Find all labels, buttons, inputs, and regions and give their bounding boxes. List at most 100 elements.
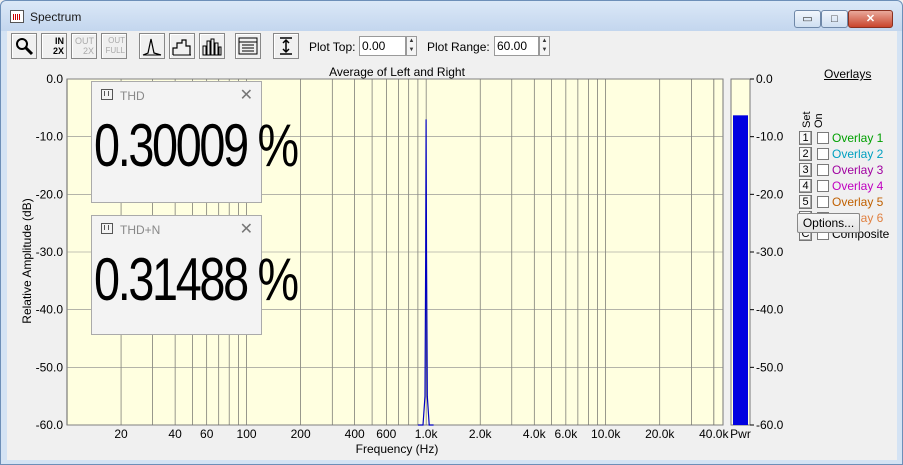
overlay-label: Overlay 4 [832, 179, 884, 193]
x-tick-label: 10.0k [591, 427, 621, 441]
close-icon[interactable]: ✕ [240, 85, 253, 105]
line-plot-icon [142, 38, 162, 56]
power-meter-fill [733, 115, 748, 425]
overlays-title: Overlays [824, 67, 872, 81]
bar-plot-icon [202, 38, 222, 56]
zoom-in-line1: IN [55, 36, 64, 46]
power-tick-label: -20.0 [756, 187, 784, 201]
options-button[interactable]: Options... [797, 213, 860, 233]
plot-top-spinner[interactable]: ▲ ▼ [406, 36, 417, 56]
x-tick-label: 40 [168, 427, 182, 441]
step-plot-button[interactable] [169, 33, 195, 59]
x-tick-label: 400 [345, 427, 365, 441]
x-tick-label: 100 [237, 427, 257, 441]
zoom-in-line2: 2X [52, 46, 64, 56]
x-tick-label: 2.0k [469, 427, 493, 441]
y-tick-label: -30.0 [36, 245, 64, 259]
power-tick-label: -10.0 [756, 130, 784, 144]
overlay-set-button[interactable]: 2 [799, 147, 812, 161]
zoom-out-2x-icon: OUT 2X [74, 36, 94, 56]
minimize-button[interactable]: ▭ [794, 10, 821, 28]
overlay-on-checkbox[interactable] [817, 180, 829, 192]
spectrum-window: Spectrum ▭ □ ✕ IN 2X OUT 2X OUT FULL Plo… [0, 0, 903, 465]
y-tick-label: -20.0 [36, 187, 64, 201]
plot-range-input[interactable]: 60.00 [494, 36, 539, 56]
on-label: On [813, 113, 825, 128]
meter-pin-icon[interactable] [101, 223, 113, 234]
meter-pin-icon[interactable] [101, 89, 113, 100]
client-area: IN 2X OUT 2X OUT FULL Plot Top: 0.00 ▲ ▼… [7, 31, 897, 460]
power-tick-label: -30.0 [756, 245, 784, 259]
power-tick-label: -60.0 [756, 418, 784, 432]
zoom-in-2x-button[interactable]: IN 2X [41, 33, 67, 59]
spectrum-plot-panel: Average of Left and Right Relative Ampli… [7, 64, 897, 460]
zoom-button[interactable] [11, 33, 37, 59]
power-tick-label: -50.0 [756, 360, 784, 374]
overlay-set-button[interactable]: 1 [799, 131, 812, 145]
x-tick-label: 4.0k [523, 427, 547, 441]
settings-table-button[interactable] [235, 33, 261, 59]
overlay-label: Overlay 3 [832, 163, 884, 177]
y-tick-label: -50.0 [36, 360, 64, 374]
line-plot-button[interactable] [139, 33, 165, 59]
close-button[interactable]: ✕ [848, 10, 893, 28]
overlay-set-button[interactable]: 3 [799, 163, 812, 177]
x-tick-label: 1.0k [415, 427, 439, 441]
spectrum-app-icon [10, 10, 24, 23]
thd-meter[interactable]: THD ✕ 0.30009 % [91, 81, 299, 203]
x-tick-label: 600 [376, 427, 396, 441]
thd-n-meter-title: THD+N [120, 223, 161, 237]
overlay-on-checkbox[interactable] [817, 196, 829, 208]
overlay-on-checkbox[interactable] [817, 132, 829, 144]
overlay-on-checkbox[interactable] [817, 164, 829, 176]
plot-top-label: Plot Top: [309, 40, 356, 54]
zoom-full-line1: OUT [108, 36, 125, 45]
thd-n-meter[interactable]: THD+N ✕ 0.31488 % [91, 215, 299, 335]
zoom-full-line2: FULL [105, 46, 125, 55]
y-tick-label: -40.0 [36, 303, 64, 317]
power-meter-label: Pwr [730, 427, 751, 441]
vertical-range-icon [280, 37, 292, 55]
x-tick-label: 40.0k [699, 427, 729, 441]
plot-range-label: Plot Range: [427, 40, 490, 54]
table-icon [238, 37, 258, 55]
thd-value: 0.30009 % [94, 112, 299, 179]
y-tick-label: -60.0 [36, 418, 64, 432]
overlay-on-checkbox[interactable] [817, 148, 829, 160]
zoom-out-2x-button[interactable]: OUT 2X [71, 33, 97, 59]
x-tick-label: 20.0k [645, 427, 675, 441]
x-tick-label: 20 [114, 427, 128, 441]
zoom-out-line1: OUT [75, 36, 94, 46]
close-icon[interactable]: ✕ [240, 219, 253, 239]
plot-top-input[interactable]: 0.00 [359, 36, 406, 56]
overlay-set-button[interactable]: 5 [799, 195, 812, 209]
y-tick-label: 0.0 [46, 72, 63, 86]
zoom-out-full-icon: OUT FULL [103, 36, 125, 56]
overlay-label: Overlay 1 [832, 131, 884, 145]
bar-plot-button[interactable] [199, 33, 225, 59]
x-tick-label: 200 [291, 427, 311, 441]
overlay-label: Overlay 2 [832, 147, 884, 161]
set-on-header: Set On [801, 104, 825, 128]
title-bar[interactable]: Spectrum ▭ □ ✕ [1, 1, 902, 31]
toolbar: IN 2X OUT 2X OUT FULL Plot Top: 0.00 ▲ ▼… [7, 31, 897, 64]
zoom-out-full-button[interactable]: OUT FULL [101, 33, 127, 59]
window-title: Spectrum [30, 10, 82, 24]
maximize-button[interactable]: □ [821, 10, 848, 28]
thd-meter-title: THD [120, 89, 145, 103]
magnifier-icon [16, 38, 34, 56]
plot-range-spinner[interactable]: ▲ ▼ [539, 36, 550, 56]
y-tick-label: -10.0 [36, 130, 64, 144]
thd-n-value: 0.31488 % [94, 246, 299, 313]
x-tick-label: 60 [200, 427, 214, 441]
power-tick-label: -40.0 [756, 303, 784, 317]
x-tick-label: 6.0k [555, 427, 579, 441]
overlay-set-button[interactable]: 4 [799, 179, 812, 193]
power-tick-label: 0.0 [756, 72, 773, 86]
autoscale-button[interactable] [273, 33, 299, 59]
step-plot-icon [172, 39, 191, 56]
zoom-in-2x-icon: IN 2X [44, 36, 64, 56]
set-label: Set [801, 111, 813, 128]
overlay-label: Overlay 5 [832, 195, 884, 209]
zoom-out-line2: 2X [82, 46, 94, 56]
